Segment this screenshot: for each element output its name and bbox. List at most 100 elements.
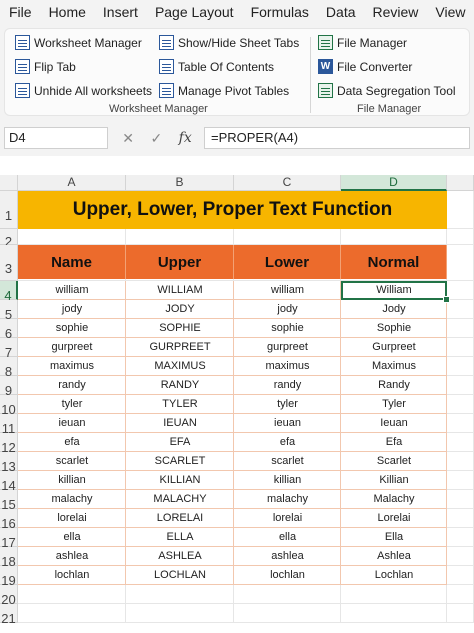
grid-cell[interactable]: [447, 245, 474, 281]
insert-function-icon[interactable]: fx: [179, 130, 192, 146]
table-cell[interactable]: william: [234, 281, 341, 300]
grid-cell[interactable]: [447, 509, 474, 528]
table-cell[interactable]: ashlea: [18, 547, 126, 566]
grid-cell[interactable]: [447, 338, 474, 357]
row-header-13[interactable]: 13: [0, 452, 18, 474]
table-cell[interactable]: EFA: [126, 433, 234, 452]
grid-cell[interactable]: [341, 585, 447, 604]
row-header-19[interactable]: 19: [0, 566, 18, 588]
table-cell[interactable]: Malachy: [341, 490, 447, 509]
table-cell[interactable]: ella: [234, 528, 341, 547]
row-header-11[interactable]: 11: [0, 414, 18, 436]
table-of-contents-button[interactable]: Table Of Contents: [159, 59, 274, 74]
table-cell[interactable]: KILLIAN: [126, 471, 234, 490]
table-cell[interactable]: ella: [18, 528, 126, 547]
table-cell[interactable]: Efa: [341, 433, 447, 452]
table-header-upper[interactable]: Upper: [126, 245, 234, 279]
table-cell[interactable]: LORELAI: [126, 509, 234, 528]
row-header-8[interactable]: 8: [0, 357, 18, 379]
table-cell[interactable]: JODY: [126, 300, 234, 319]
table-cell[interactable]: lochlan: [234, 566, 341, 585]
grid-cell[interactable]: [447, 229, 474, 245]
grid-cell[interactable]: [447, 528, 474, 547]
table-cell[interactable]: sophie: [18, 319, 126, 338]
row-header-2[interactable]: 2: [0, 229, 18, 249]
table-cell[interactable]: killian: [18, 471, 126, 490]
table-cell[interactable]: Scarlet: [341, 452, 447, 471]
grid-cell[interactable]: [18, 229, 126, 245]
table-cell[interactable]: Lorelai: [341, 509, 447, 528]
grid-cell[interactable]: [447, 300, 474, 319]
grid-cell[interactable]: [447, 585, 474, 604]
row-header-7[interactable]: 7: [0, 338, 18, 360]
table-cell[interactable]: MAXIMUS: [126, 357, 234, 376]
table-cell[interactable]: Tyler: [341, 395, 447, 414]
row-header-1[interactable]: 1: [0, 191, 18, 229]
table-cell[interactable]: william: [18, 281, 126, 300]
table-cell[interactable]: Lochlan: [341, 566, 447, 585]
grid-cell[interactable]: [234, 604, 341, 623]
menu-data[interactable]: Data: [317, 4, 364, 20]
row-header-14[interactable]: 14: [0, 471, 18, 493]
row-header-20[interactable]: 20: [0, 585, 18, 607]
table-cell[interactable]: SCARLET: [126, 452, 234, 471]
table-cell[interactable]: malachy: [18, 490, 126, 509]
table-cell[interactable]: lochlan: [18, 566, 126, 585]
row-header-15[interactable]: 15: [0, 490, 18, 512]
selected-cell[interactable]: William: [341, 281, 447, 300]
table-cell[interactable]: ashlea: [234, 547, 341, 566]
table-cell[interactable]: Ashlea: [341, 547, 447, 566]
row-header-9[interactable]: 9: [0, 376, 18, 398]
grid-cell[interactable]: [126, 604, 234, 623]
row-header-3[interactable]: 3: [0, 245, 18, 281]
grid-cell[interactable]: [447, 414, 474, 433]
grid-cell[interactable]: [447, 566, 474, 585]
grid-cell[interactable]: [447, 471, 474, 490]
grid-cell[interactable]: [447, 490, 474, 509]
table-cell[interactable]: Killian: [341, 471, 447, 490]
table-cell[interactable]: Jody: [341, 300, 447, 319]
table-cell[interactable]: killian: [234, 471, 341, 490]
manage-pivot-tables-button[interactable]: Manage Pivot Tables: [159, 83, 289, 98]
table-cell[interactable]: jody: [18, 300, 126, 319]
grid-cell[interactable]: [447, 357, 474, 376]
table-cell[interactable]: Ieuan: [341, 414, 447, 433]
menu-formulas[interactable]: Formulas: [242, 4, 317, 20]
table-cell[interactable]: lorelai: [18, 509, 126, 528]
grid-cell[interactable]: [447, 319, 474, 338]
grid-cell[interactable]: [234, 229, 341, 245]
enter-icon[interactable]: ✓: [150, 130, 162, 147]
table-cell[interactable]: MALACHY: [126, 490, 234, 509]
table-cell[interactable]: maximus: [234, 357, 341, 376]
grid-cell[interactable]: [341, 604, 447, 623]
table-cell[interactable]: WILLIAM: [126, 281, 234, 300]
row-header-12[interactable]: 12: [0, 433, 18, 455]
column-header-c[interactable]: C: [234, 175, 341, 191]
table-cell[interactable]: SOPHIE: [126, 319, 234, 338]
flip-tab-button[interactable]: Flip Tab: [15, 59, 76, 74]
grid-cell[interactable]: [447, 547, 474, 566]
grid-cell[interactable]: [18, 585, 126, 604]
name-box[interactable]: D4: [4, 127, 108, 149]
table-cell[interactable]: sophie: [234, 319, 341, 338]
menu-file[interactable]: File: [0, 4, 40, 20]
menu-page-layout[interactable]: Page Layout: [146, 4, 242, 20]
menu-review[interactable]: Review: [364, 4, 427, 20]
menu-view[interactable]: View: [426, 4, 473, 20]
table-cell[interactable]: jody: [234, 300, 341, 319]
column-header-b[interactable]: B: [126, 175, 234, 191]
grid-cell[interactable]: [447, 395, 474, 414]
grid-cell[interactable]: [341, 229, 447, 245]
table-header-normal[interactable]: Normal: [341, 245, 447, 279]
table-cell[interactable]: maximus: [18, 357, 126, 376]
grid-cell[interactable]: [447, 376, 474, 395]
menu-insert[interactable]: Insert: [94, 4, 146, 20]
table-cell[interactable]: Sophie: [341, 319, 447, 338]
grid-cell[interactable]: [126, 585, 234, 604]
select-all-corner[interactable]: [0, 175, 18, 191]
menu-home[interactable]: Home: [40, 4, 94, 20]
table-cell[interactable]: gurpreet: [18, 338, 126, 357]
table-cell[interactable]: IEUAN: [126, 414, 234, 433]
column-header-d[interactable]: D: [341, 175, 447, 191]
table-cell[interactable]: ASHLEA: [126, 547, 234, 566]
